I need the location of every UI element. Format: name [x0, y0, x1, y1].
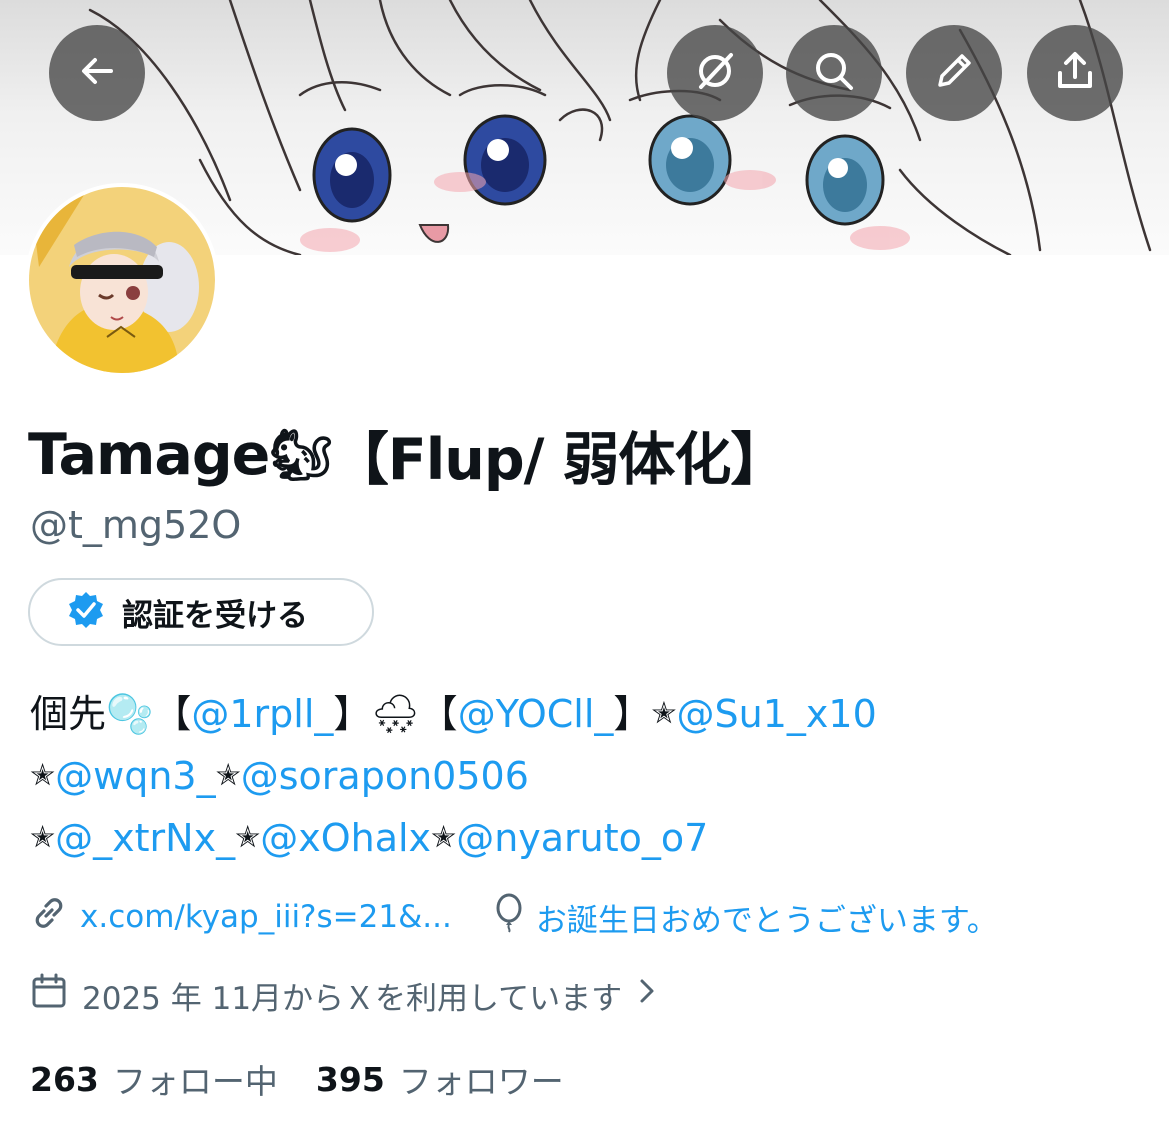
bio-text: 【 — [153, 692, 192, 736]
bio-line-3: ✭ @_xtrNx_ ✭ @xOhalx ✭ @nyaruto_o7 — [30, 807, 877, 869]
star-glyph: ✭ — [30, 820, 56, 855]
bio-line-1: 個先 🫧 【@1rpll_】 🌨 【@YOCll_】 ✭ @Su1_x10 — [30, 683, 877, 745]
star-glyph: ✭ — [215, 758, 241, 793]
share-button[interactable] — [1027, 25, 1123, 121]
balloon-icon — [492, 893, 526, 941]
bio-emoji: 🫧 — [106, 692, 154, 736]
search-button[interactable] — [786, 25, 882, 121]
bio-mention-link[interactable]: @_xtrNx_ — [55, 807, 235, 869]
get-verified-button[interactable]: 認証を受ける — [28, 578, 374, 646]
followers-count: 395 — [315, 1059, 385, 1099]
grok-button[interactable] — [667, 25, 763, 121]
chevron-right-icon — [636, 976, 658, 1014]
bio-text: 【 — [419, 692, 458, 736]
following-count: 263 — [30, 1059, 99, 1099]
calendar-icon — [30, 972, 68, 1018]
profile-meta-links: x.com/kyap_iii?s=21&... お誕生日おめでとうございます。 — [30, 893, 998, 941]
joined-date-text: 2025 年 11月からＸを利用しています — [82, 980, 623, 1017]
bio-mention-link[interactable]: @YOCll_ — [458, 683, 614, 745]
pencil-icon — [932, 49, 976, 97]
search-icon — [812, 49, 856, 97]
followers-stat[interactable]: 395 フォロワー — [316, 1055, 564, 1103]
get-verified-label: 認証を受ける — [122, 597, 308, 634]
bio-line-2: ✭ @wqn3_ ✭ @sorapon0506 — [30, 745, 877, 807]
display-name-text: Tamage — [28, 422, 270, 488]
bio-mention-link[interactable]: @wqn3_ — [55, 745, 215, 807]
follow-stats: 263 フォロー中 395 フォロワー — [30, 1055, 564, 1103]
bio-mention-link[interactable]: @sorapon0506 — [241, 745, 529, 807]
star-glyph: ✭ — [235, 820, 261, 855]
display-name-suffix: 【Flup/ 弱体化】 — [331, 427, 788, 493]
bio-emoji: 🌨 — [371, 692, 420, 736]
star-glyph: ✭ — [431, 820, 457, 855]
back-button[interactable] — [49, 25, 145, 121]
username-handle: @t_mg52O — [30, 503, 242, 547]
chipmunk-emoji: 🐿 — [269, 425, 332, 484]
share-icon — [1053, 49, 1097, 97]
bio-text: 】 — [613, 692, 652, 736]
avatar[interactable] — [25, 183, 219, 377]
birthday-text[interactable]: お誕生日おめでとうございます。 — [536, 895, 998, 940]
bio-mention-link[interactable]: @xOhalx — [260, 807, 431, 869]
website-link[interactable]: x.com/kyap_iii?s=21&... — [80, 899, 452, 935]
bio-mention-link[interactable]: @Su1_x10 — [677, 683, 877, 745]
bio-text: 個先 — [30, 692, 107, 736]
edit-button[interactable] — [906, 25, 1002, 121]
star-glyph: ✭ — [651, 696, 677, 731]
avatar-image — [29, 187, 215, 373]
bio-text: 】 — [333, 692, 372, 736]
joined-date-row[interactable]: 2025 年 11月からＸを利用しています — [30, 972, 658, 1018]
following-stat[interactable]: 263 フォロー中 — [30, 1055, 278, 1103]
arrow-left-icon — [77, 51, 117, 95]
link-icon — [30, 894, 68, 940]
verified-badge-icon — [66, 590, 106, 634]
display-name: Tamage 🐿 【Flup/ 弱体化】 — [28, 414, 788, 496]
bio-mention-link[interactable]: @nyaruto_o7 — [456, 807, 708, 869]
bio-mention-link[interactable]: @1rpll_ — [191, 683, 333, 745]
followers-label: フォロワー — [398, 1062, 564, 1101]
following-label: フォロー中 — [112, 1062, 278, 1101]
star-glyph: ✭ — [30, 758, 56, 793]
profile-bio: 個先 🫧 【@1rpll_】 🌨 【@YOCll_】 ✭ @Su1_x10 ✭ @wqn3_ … — [30, 683, 877, 869]
grok-icon — [693, 49, 737, 97]
